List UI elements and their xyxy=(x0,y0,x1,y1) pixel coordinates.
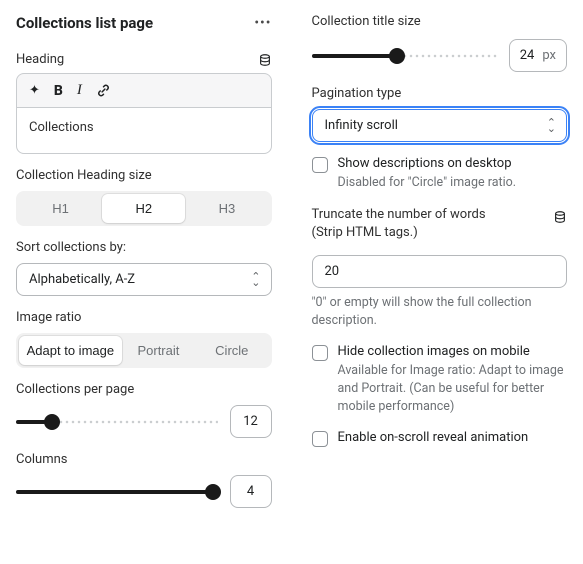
collections-per-page-slider[interactable] xyxy=(16,412,218,432)
pagination-select-value: Infinity scroll xyxy=(325,118,398,133)
hide-images-help: Available for Image ratio: Adapt to imag… xyxy=(338,362,568,416)
more-actions-icon[interactable]: ••• xyxy=(254,15,271,31)
collection-title-size-value: 24 xyxy=(520,48,535,63)
rich-text-toolbar: ✦ B I xyxy=(16,73,272,107)
image-ratio-segmented: Adapt to image Portrait Circle xyxy=(16,333,272,368)
bold-button[interactable]: B xyxy=(54,83,63,99)
heading-size-h3[interactable]: H3 xyxy=(185,194,268,223)
truncate-label-line1: Truncate the number of words xyxy=(312,206,486,224)
reveal-checkbox[interactable] xyxy=(312,431,328,447)
heading-size-h1[interactable]: H1 xyxy=(19,194,102,223)
image-ratio-label: Image ratio xyxy=(16,310,272,325)
sort-label: Sort collections by: xyxy=(16,240,272,255)
truncate-label-line2: (Strip HTML tags.) xyxy=(312,224,486,242)
collection-title-size-input[interactable]: 24 px xyxy=(509,39,567,72)
heading-input[interactable]: Collections xyxy=(16,107,272,154)
image-ratio-circle[interactable]: Circle xyxy=(195,336,268,365)
hide-images-label: Hide collection images on mobile xyxy=(338,344,568,359)
page-title: Collections list page xyxy=(16,14,153,32)
chevron-updown-icon: ⌃⌄ xyxy=(251,274,260,286)
image-ratio-portrait[interactable]: Portrait xyxy=(122,336,195,365)
columns-label: Columns xyxy=(16,452,272,467)
columns-slider[interactable] xyxy=(16,482,218,502)
heading-label: Heading xyxy=(16,52,64,67)
truncate-help: "0" or empty will show the full collecti… xyxy=(312,294,568,330)
pagination-select[interactable]: Infinity scroll ⌃⌄ xyxy=(312,109,568,142)
truncate-input[interactable]: 20 xyxy=(312,255,568,288)
sort-select-value: Alphabetically, A-Z xyxy=(29,272,135,287)
columns-input[interactable]: 4 xyxy=(230,475,272,508)
heading-size-segmented: H1 H2 H3 xyxy=(16,191,272,226)
sparkle-icon[interactable]: ✦ xyxy=(29,83,40,98)
hide-images-checkbox[interactable] xyxy=(312,345,328,361)
sort-select[interactable]: Alphabetically, A-Z ⌃⌄ xyxy=(16,263,272,296)
show-descriptions-help: Disabled for "Circle" image ratio. xyxy=(338,174,568,192)
dynamic-source-icon[interactable] xyxy=(553,210,567,224)
image-ratio-adapt[interactable]: Adapt to image xyxy=(19,336,122,365)
collection-title-size-slider[interactable] xyxy=(312,46,497,66)
show-descriptions-label: Show descriptions on desktop xyxy=(338,156,568,171)
reveal-label: Enable on-scroll reveal animation xyxy=(338,430,568,445)
collections-per-page-label: Collections per page xyxy=(16,382,272,397)
collections-per-page-input[interactable]: 12 xyxy=(230,405,272,438)
show-descriptions-checkbox[interactable] xyxy=(312,157,328,173)
chevron-updown-icon: ⌃⌄ xyxy=(547,120,556,132)
link-button[interactable] xyxy=(96,83,111,98)
italic-button[interactable]: I xyxy=(77,82,82,99)
dynamic-source-icon[interactable] xyxy=(258,53,272,67)
collection-heading-size-label: Collection Heading size xyxy=(16,168,272,183)
pagination-label: Pagination type xyxy=(312,86,568,101)
collection-title-size-label: Collection title size xyxy=(312,14,568,29)
collection-title-size-unit: px xyxy=(542,48,556,63)
heading-size-h2[interactable]: H2 xyxy=(102,194,185,223)
